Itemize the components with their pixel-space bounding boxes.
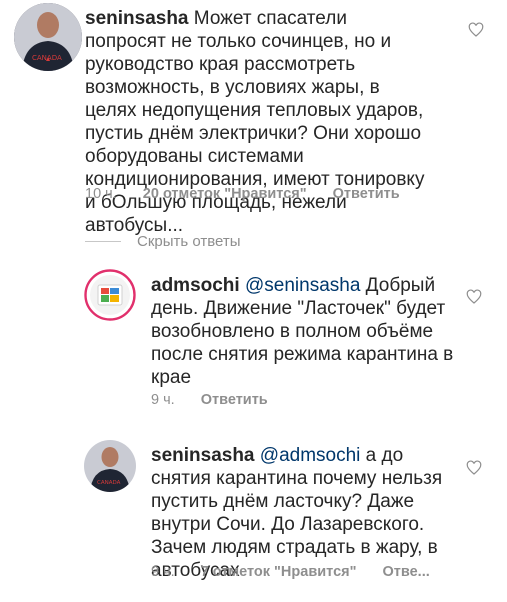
comment-meta: 9 ч. Ответить [151,392,290,408]
heart-icon[interactable] [468,22,484,38]
avatar[interactable]: CANADA [84,440,136,492]
svg-text:CANADA: CANADA [97,480,121,486]
comment-username[interactable]: seninsasha [85,8,189,29]
comment-text: seninsasha Может спасатели попросят не т… [85,7,430,237]
comment-text: seninsasha @admsochi а до снятия каранти… [151,444,456,582]
reply-button[interactable]: Отве... [383,564,430,580]
comment-meta: 9 ч. 7 отметок "Нравится" Отве... [151,564,452,580]
reply-button[interactable]: Ответить [201,392,268,408]
avatar-user-photo-icon: CANADA [84,440,136,492]
comment-time[interactable]: 10 ч. [85,186,117,202]
avatar-logo-icon [84,269,136,321]
comment-username[interactable]: admsochi [151,275,240,296]
comment-meta: 10 ч. 20 отметок "Нравится" Ответить [85,186,422,202]
avatar-user-photo-icon: CANADA [14,3,82,71]
avatar[interactable] [84,269,136,321]
likes-count[interactable]: 20 отметок "Нравится" [143,186,307,202]
comment-mention[interactable]: @admsochi [260,445,361,466]
comment-username[interactable]: seninsasha [151,445,255,466]
hide-replies-label: Скрыть ответы [137,232,241,250]
comment-time[interactable]: 9 ч. [151,564,175,580]
avatar[interactable]: CANADA [14,3,82,71]
likes-count[interactable]: 7 отметок "Нравится" [201,564,357,580]
comment-time[interactable]: 9 ч. [151,392,175,408]
reply-button[interactable]: Ответить [333,186,400,202]
heart-icon[interactable] [466,289,482,305]
comment-mention[interactable]: @seninsasha [245,275,360,296]
divider-line [85,240,121,242]
comment-text: admsochi @seninsasha Добрый день. Движен… [151,274,456,389]
heart-icon[interactable] [466,460,482,476]
hide-replies-button[interactable]: Скрыть ответы [85,231,241,251]
